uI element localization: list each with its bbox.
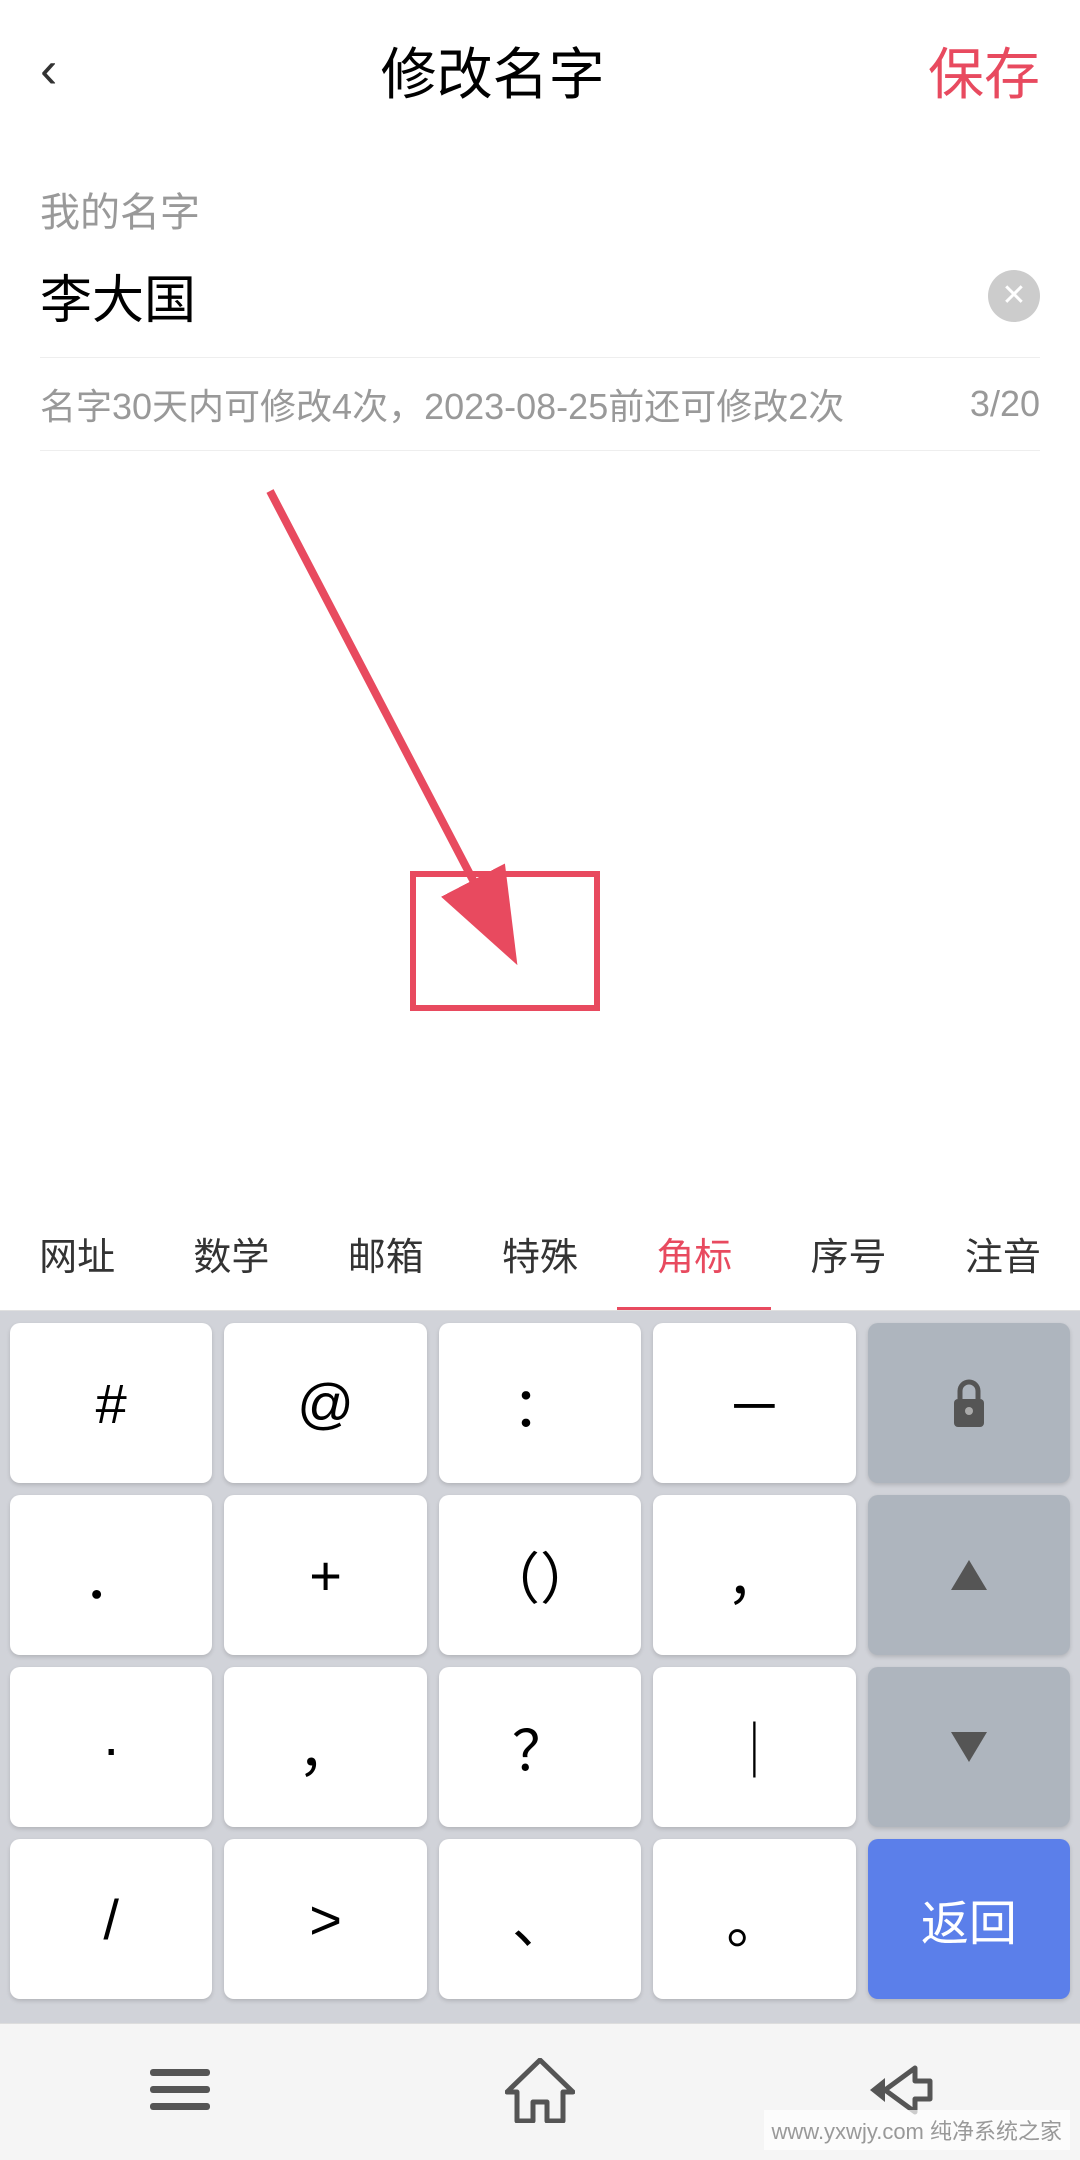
category-tab-序号[interactable]: 序号: [771, 1200, 925, 1310]
category-tab-网址[interactable]: 网址: [0, 1200, 154, 1310]
category-tab-角标[interactable]: 角标: [617, 1200, 771, 1310]
header: ‹ 修改名字 保存: [0, 0, 1080, 140]
category-tab-特殊[interactable]: 特殊: [463, 1200, 617, 1310]
keyboard-row-3: />、。返回: [10, 1839, 1070, 1999]
hint-text: 名字30天内可修改4次，2023-08-25前还可修改2次: [40, 378, 844, 430]
save-button[interactable]: 保存: [928, 30, 1040, 111]
key-0-2[interactable]: ：: [439, 1323, 641, 1483]
keyboard-rows: #@：－ ．+（），·，？｜/>、。返回: [0, 1311, 1080, 2023]
clear-button[interactable]: [988, 270, 1040, 322]
key-3-2[interactable]: 、: [439, 1839, 641, 1999]
annotation-area: [0, 451, 1080, 1131]
key-2-4[interactable]: [868, 1667, 1070, 1827]
key-0-1[interactable]: @: [224, 1323, 426, 1483]
content-area: 我的名字 李大国 名字30天内可修改4次，2023-08-25前还可修改2次 3…: [0, 140, 1080, 451]
key-2-3[interactable]: ｜: [653, 1667, 855, 1827]
category-tab-注音[interactable]: 注音: [926, 1200, 1080, 1310]
key-2-2[interactable]: ？: [439, 1667, 641, 1827]
home-nav-icon[interactable]: [500, 2050, 580, 2130]
name-input[interactable]: 李大国: [40, 258, 988, 333]
menu-nav-icon[interactable]: [140, 2050, 220, 2130]
keyboard-row-1: ．+（），: [10, 1495, 1070, 1655]
field-label: 我的名字: [40, 180, 1040, 238]
watermark: www.yxwjy.com 纯净系统之家: [764, 2110, 1071, 2150]
keyboard-row-2: ·，？｜: [10, 1667, 1070, 1827]
key-1-3[interactable]: ，: [653, 1495, 855, 1655]
key-1-2[interactable]: （）: [439, 1495, 641, 1655]
key-1-4[interactable]: [868, 1495, 1070, 1655]
hint-row: 名字30天内可修改4次，2023-08-25前还可修改2次 3/20: [40, 378, 1040, 451]
key-3-1[interactable]: >: [224, 1839, 426, 1999]
key-3-0[interactable]: /: [10, 1839, 212, 1999]
back-button[interactable]: ‹: [40, 40, 57, 100]
keyboard-row-0: #@：－: [10, 1323, 1070, 1483]
page-title: 修改名字: [381, 30, 605, 111]
key-3-3[interactable]: 。: [653, 1839, 855, 1999]
arrow-annotation: [0, 451, 1080, 1131]
char-count: 3/20: [970, 383, 1040, 425]
key-1-1[interactable]: +: [224, 1495, 426, 1655]
key-0-0[interactable]: #: [10, 1323, 212, 1483]
input-row: 李大国: [40, 258, 1040, 358]
category-tabs: 网址数学邮箱特殊角标序号注音: [0, 1200, 1080, 1311]
key-2-0[interactable]: ·: [10, 1667, 212, 1827]
highlight-box: [410, 871, 600, 1011]
key-1-0[interactable]: ．: [10, 1495, 212, 1655]
key-2-1[interactable]: ，: [224, 1667, 426, 1827]
category-tab-邮箱[interactable]: 邮箱: [309, 1200, 463, 1310]
keyboard-wrapper: 网址数学邮箱特殊角标序号注音 #@：－ ．+（），·，？｜/>、。返回: [0, 1200, 1080, 2160]
key-3-4[interactable]: 返回: [868, 1839, 1070, 1999]
category-tab-数学[interactable]: 数学: [154, 1200, 308, 1310]
key-0-4[interactable]: [868, 1323, 1070, 1483]
key-0-3[interactable]: －: [653, 1323, 855, 1483]
